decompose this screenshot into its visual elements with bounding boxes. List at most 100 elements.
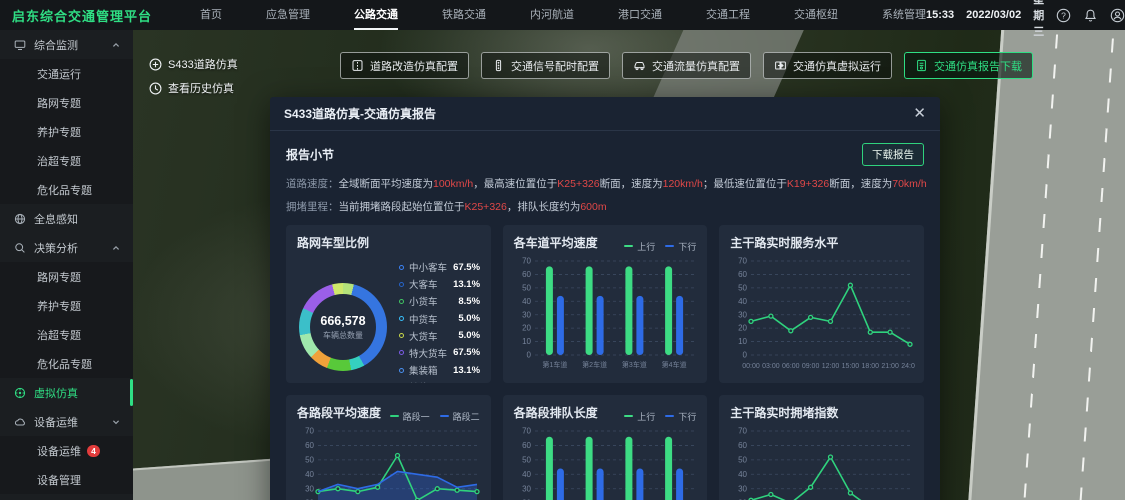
nav-item-8[interactable]: 系统管理 bbox=[882, 0, 926, 30]
map-link-0[interactable]: S433道路仿真 bbox=[149, 56, 238, 72]
signal-icon bbox=[492, 59, 505, 72]
map-road-vertical bbox=[967, 30, 1125, 500]
legend-dot bbox=[399, 265, 404, 270]
sidebar-item-label: 治超专题 bbox=[37, 327, 81, 343]
report-section-title: 报告小节 bbox=[286, 146, 334, 163]
legend-dot bbox=[399, 299, 404, 304]
bell-icon[interactable] bbox=[1083, 8, 1098, 23]
legend-count: 20 bbox=[480, 296, 491, 307]
search-icon bbox=[14, 242, 26, 254]
clock-icon bbox=[149, 82, 162, 95]
sidebar-item-label: 危化品专题 bbox=[37, 356, 92, 372]
sidebar-item-0[interactable]: 综合监测 bbox=[0, 30, 133, 59]
summary-text: K25+326 bbox=[557, 178, 599, 190]
sidebar-item-9[interactable]: 养护专题 bbox=[0, 291, 133, 320]
legend-dot bbox=[399, 316, 404, 321]
nav-item-7[interactable]: 交通枢纽 bbox=[794, 0, 838, 30]
svg-text:21:00: 21:00 bbox=[882, 363, 900, 370]
sidebar: 综合监测交通运行路网专题养护专题治超专题危化品专题全息感知决策分析路网专题养护专… bbox=[0, 30, 133, 500]
close-icon[interactable]: ✕ bbox=[913, 106, 926, 121]
user-icon[interactable] bbox=[1110, 8, 1125, 23]
sidebar-item-11[interactable]: 危化品专题 bbox=[0, 349, 133, 378]
toolbar-button-3[interactable]: 交通仿真虚拟运行 bbox=[763, 52, 892, 79]
chart-card-lane-avg-speed: 各车道平均速度上行下行010203040506070第1车道第2车道第3车道第4… bbox=[503, 225, 708, 383]
summary-text: 断面，速度为 bbox=[829, 178, 892, 190]
donut-legend-row: 特大货车67.5%65 bbox=[399, 346, 491, 360]
charts-grid: 路网车型比例666,578车辆总数量中小客车67.5%65大客车13.1%30小… bbox=[286, 225, 924, 500]
nav-item-0[interactable]: 首页 bbox=[200, 0, 222, 30]
summary-text: 当前拥堵路段起始位置位于 bbox=[339, 201, 465, 213]
download-report-button[interactable]: 下载报告 bbox=[862, 143, 924, 166]
chart-card-section-avg-speed: 各路段平均速度路段一路段二010203040506070 bbox=[286, 395, 491, 500]
toolbar-button-4[interactable]: 交通仿真报告下载 bbox=[904, 52, 1033, 79]
legend-percent: 5.0% bbox=[447, 330, 480, 341]
svg-text:40: 40 bbox=[738, 297, 747, 306]
clock-date: 2022/03/02 bbox=[966, 9, 1021, 21]
sidebar-item-label: 路网专题 bbox=[37, 95, 81, 111]
sidebar-item-1[interactable]: 交通运行 bbox=[0, 59, 133, 88]
sidebar-item-2[interactable]: 路网专题 bbox=[0, 88, 133, 117]
sidebar-item-3[interactable]: 养护专题 bbox=[0, 117, 133, 146]
toolbar-button-1[interactable]: 交通信号配时配置 bbox=[481, 52, 610, 79]
summary-text: ，最高速位置位于 bbox=[473, 178, 557, 190]
legend-count: 30 bbox=[480, 279, 491, 290]
svg-text:50: 50 bbox=[522, 455, 531, 464]
help-icon[interactable]: ? bbox=[1056, 8, 1071, 23]
sidebar-item-7[interactable]: 决策分析 bbox=[0, 233, 133, 262]
svg-text:40: 40 bbox=[522, 470, 531, 479]
sidebar-item-6[interactable]: 全息感知 bbox=[0, 204, 133, 233]
nav-item-4[interactable]: 内河航道 bbox=[530, 0, 574, 30]
legend-item: 下行 bbox=[665, 240, 696, 253]
simulation-icon bbox=[14, 387, 26, 399]
sidebar-item-12[interactable]: 虚拟仿真 bbox=[0, 378, 133, 407]
modal-body: 报告小节 下载报告 道路速度：全域断面平均速度为100km/h，最高速位置位于K… bbox=[270, 131, 940, 500]
caret-up-icon[interactable] bbox=[111, 243, 121, 253]
summary-text: 600m bbox=[580, 201, 606, 213]
sidebar-item-label: 养护专题 bbox=[37, 124, 81, 140]
svg-text:第1车道: 第1车道 bbox=[542, 360, 567, 369]
app-logo: 启东综合交通管理平台 bbox=[12, 6, 152, 25]
legend-name: 集装箱 bbox=[409, 363, 447, 377]
svg-text:70: 70 bbox=[522, 257, 531, 266]
sidebar-item-5[interactable]: 危化品专题 bbox=[0, 175, 133, 204]
sidebar-item-15[interactable]: 设备管理 bbox=[0, 465, 133, 494]
chart-title: 主干路实时拥堵指数 bbox=[730, 404, 838, 421]
map-link-1[interactable]: 查看历史仿真 bbox=[149, 80, 238, 96]
map-link-label: 查看历史仿真 bbox=[168, 80, 234, 96]
svg-text:10: 10 bbox=[522, 337, 531, 346]
plus-circle-icon bbox=[149, 58, 162, 71]
vehicle-donut-chart: 666,578车辆总数量 bbox=[299, 283, 387, 371]
legend-name: 大客车 bbox=[409, 277, 447, 291]
sidebar-item-label: 危化品专题 bbox=[37, 182, 92, 198]
nav-item-3[interactable]: 铁路交通 bbox=[442, 0, 486, 30]
sidebar-item-8[interactable]: 路网专题 bbox=[0, 262, 133, 291]
nav-item-5[interactable]: 港口交通 bbox=[618, 0, 662, 30]
chart-title: 各车道平均速度 bbox=[514, 234, 598, 251]
nav-item-2[interactable]: 公路交通 bbox=[354, 0, 398, 30]
legend-percent: 13.1% bbox=[447, 365, 480, 376]
toolbar-button-2[interactable]: 交通流量仿真配置 bbox=[622, 52, 751, 79]
toolbar-button-0[interactable]: 道路改造仿真配置 bbox=[340, 52, 469, 79]
caret-down-icon[interactable] bbox=[111, 417, 121, 427]
svg-text:0: 0 bbox=[743, 351, 748, 360]
legend-name: 中货车 bbox=[409, 312, 447, 326]
sidebar-item-label: 决策分析 bbox=[34, 240, 78, 256]
toolbar-button-label: 交通仿真报告下载 bbox=[934, 58, 1022, 74]
sidebar-item-4[interactable]: 治超专题 bbox=[0, 146, 133, 175]
nav-item-6[interactable]: 交通工程 bbox=[706, 0, 750, 30]
sidebar-item-13[interactable]: 设备运维 bbox=[0, 407, 133, 436]
svg-text:30: 30 bbox=[522, 484, 531, 493]
donut-legend: 中小客车67.5%65大客车13.1%30小货车8.5%20中货车5.0%2大货… bbox=[399, 260, 491, 383]
svg-text:70: 70 bbox=[738, 257, 747, 266]
globe-icon bbox=[14, 213, 26, 225]
sidebar-item-10[interactable]: 治超专题 bbox=[0, 320, 133, 349]
donut-legend-row: 中小客车67.5%65 bbox=[399, 260, 491, 274]
legend-item: 上行 bbox=[624, 410, 655, 423]
toolbar-button-label: 道路改造仿真配置 bbox=[370, 58, 458, 74]
nav-item-1[interactable]: 应急管理 bbox=[266, 0, 310, 30]
svg-text:30: 30 bbox=[522, 310, 531, 319]
sidebar-item-14[interactable]: 设备运维4 bbox=[0, 436, 133, 465]
legend-name: 中小客车 bbox=[409, 260, 447, 274]
svg-text:40: 40 bbox=[738, 470, 747, 479]
caret-up-icon[interactable] bbox=[111, 40, 121, 50]
